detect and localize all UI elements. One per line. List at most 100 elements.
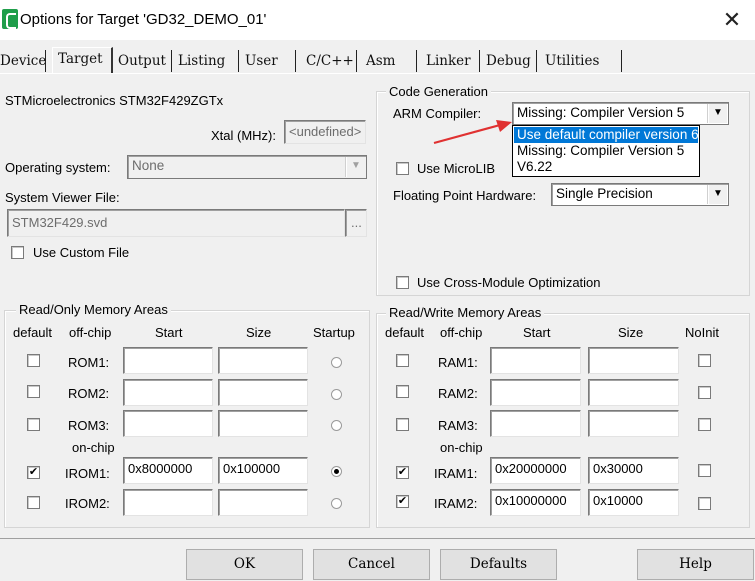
iram2-noinit-checkbox[interactable] (698, 497, 711, 510)
defaults-button[interactable]: Defaults (440, 549, 557, 580)
iram1-label: IRAM1: (434, 466, 478, 481)
fp-select[interactable]: Single Precision ▼ (551, 183, 729, 206)
rom2-size-input[interactable] (218, 379, 308, 406)
tab-device[interactable]: Device (0, 50, 46, 72)
rw-header-offchip: off-chip (440, 325, 483, 340)
cancel-button[interactable]: Cancel (313, 549, 430, 580)
ram1-default-checkbox[interactable] (396, 354, 409, 367)
microlib-checkbox[interactable] (396, 162, 409, 175)
app-icon (2, 9, 18, 29)
fp-value: Single Precision (556, 186, 653, 201)
chevron-down-icon: ▼ (708, 185, 727, 204)
ram3-start-input[interactable] (490, 410, 581, 437)
window-title: Options for Target 'GD32_DEMO_01' (20, 11, 267, 28)
custom-file-checkbox[interactable] (11, 246, 24, 259)
ram1-start-input[interactable] (490, 347, 581, 374)
ram3-noinit-checkbox[interactable] (698, 418, 711, 431)
ro-memory-title: Read/Only Memory Areas (16, 302, 171, 317)
iram1-noinit-checkbox[interactable] (698, 464, 711, 477)
iram1-default-checkbox[interactable] (396, 466, 409, 479)
ro-header-start: Start (155, 325, 183, 340)
rw-header-noinit: NoInit (685, 325, 719, 340)
ro-header-default: default (13, 325, 53, 340)
ram2-size-input[interactable] (588, 379, 679, 406)
rom1-label: ROM1: (68, 355, 110, 370)
rom3-startup-radio[interactable] (331, 420, 342, 431)
tab-listing[interactable]: Listing (173, 50, 239, 72)
irom2-default-checkbox[interactable] (27, 496, 40, 509)
ram3-size-input[interactable] (588, 410, 679, 437)
iram2-size-input[interactable]: 0x10000 (588, 489, 679, 516)
cross-module-checkbox[interactable] (396, 276, 409, 289)
rom1-default-checkbox[interactable] (27, 354, 40, 367)
red-arrow-annotation (433, 120, 512, 145)
irom1-size-input[interactable]: 0x100000 (218, 457, 308, 484)
tab-target[interactable]: Target (52, 47, 113, 73)
irom1-default-checkbox[interactable] (27, 466, 40, 479)
os-value: None (132, 158, 165, 173)
ok-button[interactable]: OK (186, 549, 303, 580)
iram1-size-input[interactable]: 0x30000 (588, 457, 679, 484)
rom3-label: ROM3: (68, 418, 110, 433)
rom2-label: ROM2: (68, 386, 110, 401)
os-label: Operating system: (5, 160, 111, 175)
tab-linker[interactable]: Linker (421, 50, 480, 72)
ro-onchip-label: on-chip (72, 440, 115, 455)
iram2-start-input[interactable]: 0x10000000 (490, 489, 581, 516)
rom1-startup-radio[interactable] (331, 357, 342, 368)
svf-input[interactable]: STM32F429.svd (7, 209, 345, 237)
rom3-default-checkbox[interactable] (27, 418, 40, 431)
irom1-start-input[interactable]: 0x8000000 (123, 457, 213, 484)
tab-asm[interactable]: Asm (361, 50, 417, 72)
rw-header-size: Size (618, 325, 644, 340)
iram2-default-checkbox[interactable] (396, 495, 409, 508)
rw-header-start: Start (523, 325, 551, 340)
chevron-down-icon: ▼ (346, 157, 365, 177)
irom2-start-input[interactable] (123, 489, 213, 516)
irom2-size-input[interactable] (218, 489, 308, 516)
xtal-input[interactable]: <undefined> (284, 120, 366, 144)
rom1-start-input[interactable] (123, 347, 213, 374)
irom2-startup-radio[interactable] (331, 498, 342, 509)
compiler-option[interactable]: Missing: Compiler Version 5 (514, 143, 698, 159)
ro-header-size: Size (246, 325, 272, 340)
rom3-start-input[interactable] (123, 410, 213, 437)
compiler-option[interactable]: Use default compiler version 6 (514, 127, 699, 143)
tab-debug[interactable]: Debug (481, 50, 537, 72)
os-select[interactable]: None ▼ (127, 155, 367, 179)
ram2-start-input[interactable] (490, 379, 581, 406)
close-icon[interactable]: ✕ (715, 6, 749, 34)
ram2-default-checkbox[interactable] (396, 385, 409, 398)
rom1-size-input[interactable] (218, 347, 308, 374)
tab-utilities[interactable]: Utilities (540, 50, 622, 72)
rom2-default-checkbox[interactable] (27, 385, 40, 398)
ram3-default-checkbox[interactable] (396, 418, 409, 431)
irom1-startup-radio[interactable] (331, 466, 342, 477)
arrow-shaft (433, 123, 501, 145)
chevron-down-icon: ▼ (708, 104, 727, 123)
tab-cc[interactable]: C/C++ (301, 50, 357, 72)
codegen-title: Code Generation (386, 84, 492, 99)
ro-header-startup: Startup (313, 325, 355, 340)
iram1-start-input[interactable]: 0x20000000 (490, 457, 581, 484)
compiler-select[interactable]: Missing: Compiler Version 5 ▼ (512, 102, 729, 125)
ram2-label: RAM2: (438, 386, 478, 401)
tab-user[interactable]: User (240, 50, 296, 72)
compiler-option[interactable]: V6.22 (514, 159, 698, 175)
rom2-start-input[interactable] (123, 379, 213, 406)
rw-header-default: default (385, 325, 425, 340)
iram2-label: IRAM2: (434, 496, 478, 511)
rom3-size-input[interactable] (218, 410, 308, 437)
svf-browse-button[interactable]: ... (345, 209, 367, 237)
ram1-noinit-checkbox[interactable] (698, 354, 711, 367)
compiler-dropdown: Use default compiler version 6 Missing: … (512, 125, 700, 177)
fp-label: Floating Point Hardware: (393, 188, 537, 203)
ram1-size-input[interactable] (588, 347, 679, 374)
rom2-startup-radio[interactable] (331, 389, 342, 400)
help-button[interactable]: Help (637, 549, 754, 580)
ro-header-offchip: off-chip (69, 325, 112, 340)
ram2-noinit-checkbox[interactable] (698, 386, 711, 399)
rw-memory-title: Read/Write Memory Areas (386, 305, 545, 320)
tab-output[interactable]: Output (113, 50, 172, 72)
custom-file-label: Use Custom File (33, 245, 130, 260)
